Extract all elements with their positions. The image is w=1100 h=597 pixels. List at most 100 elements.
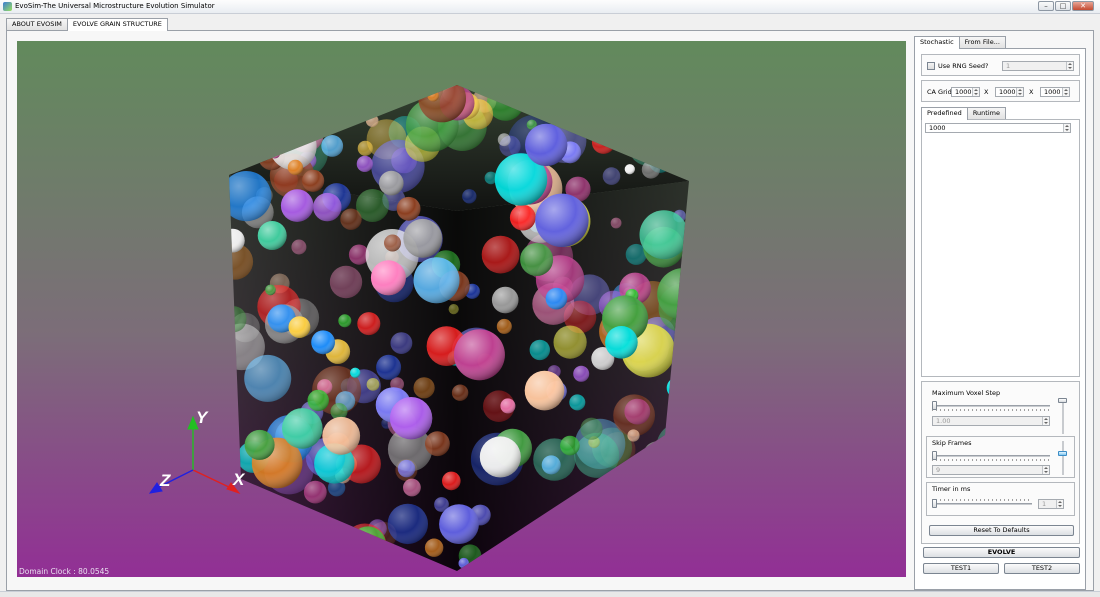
vslider-handle[interactable] xyxy=(1058,451,1067,456)
spin-arrows-icon[interactable] xyxy=(1062,88,1069,96)
grain-shading xyxy=(341,535,371,565)
grain-shading xyxy=(615,470,643,498)
spin-arrows-icon[interactable] xyxy=(1066,62,1073,70)
evolve-button[interactable]: EVOLVE xyxy=(923,547,1080,558)
grain-sphere xyxy=(346,85,377,104)
test1-button[interactable]: TEST1 xyxy=(923,563,999,574)
skip-frames-spinbox[interactable]: 9 xyxy=(932,465,1050,475)
grain-shading xyxy=(290,89,340,139)
grain-shading xyxy=(674,396,689,414)
timer-label: Timer in ms xyxy=(932,485,971,493)
grain-sphere xyxy=(229,85,272,130)
grain-shading xyxy=(403,478,421,497)
test2-button[interactable]: TEST2 xyxy=(1004,563,1080,574)
y-axis-label: Y xyxy=(196,408,209,427)
grain-shading xyxy=(545,287,568,310)
grain-sphere xyxy=(674,396,689,414)
grain-shading xyxy=(329,265,363,299)
max-voxel-step-vertical-slider[interactable] xyxy=(1058,398,1068,434)
grain-sphere xyxy=(648,119,674,145)
grain-shading xyxy=(596,493,642,539)
vslider-track xyxy=(1062,441,1064,475)
ca-grid-y-spinbox[interactable]: 1000 xyxy=(995,87,1024,97)
max-voxel-step-slider[interactable] xyxy=(932,401,1050,411)
reset-to-defaults-button[interactable]: Reset To Defaults xyxy=(929,525,1074,536)
timer-value: 1 xyxy=(1042,500,1047,508)
3d-viewport[interactable]: X Y Z Domain Clock : 80.0545 xyxy=(17,41,906,577)
source-tab-bar: Stochastic From File... xyxy=(914,36,1006,49)
z-axis-label: Z xyxy=(159,471,171,490)
spin-arrows-icon[interactable] xyxy=(1042,466,1049,474)
tab-stochastic[interactable]: Stochastic xyxy=(914,36,960,49)
grain-shading xyxy=(291,549,306,563)
grain-shading xyxy=(229,306,247,333)
max-voxel-step-spinbox[interactable]: 1.00 xyxy=(932,416,1050,426)
spin-arrows-icon[interactable] xyxy=(1042,417,1049,425)
slider-handle[interactable] xyxy=(932,401,937,410)
tab-from-file[interactable]: From File... xyxy=(958,36,1006,48)
grain-sphere xyxy=(566,534,604,571)
grain-shading xyxy=(258,97,288,126)
skip-frames-label: Skip Frames xyxy=(932,439,972,447)
close-button[interactable]: ✕ xyxy=(1072,1,1094,11)
x-axis-label: X xyxy=(232,470,246,489)
grain-shading xyxy=(229,228,245,253)
grain-sphere xyxy=(632,85,680,129)
skip-frames-vertical-slider[interactable] xyxy=(1058,441,1068,475)
use-rng-seed-checkbox[interactable] xyxy=(927,62,935,70)
tab-about-evosim[interactable]: ABOUT EVOSIM xyxy=(6,18,68,30)
predefined-count-spinbox[interactable]: 1000 xyxy=(925,123,1071,133)
grain-shading xyxy=(350,367,361,378)
grain-shading xyxy=(580,417,603,440)
microstructure-render: X Y Z xyxy=(148,85,689,571)
grain-shading xyxy=(657,85,686,107)
slider-handle[interactable] xyxy=(932,499,937,508)
vslider-handle[interactable] xyxy=(1058,398,1067,403)
spin-arrows-icon[interactable] xyxy=(1016,88,1023,96)
ca-grid-group: CA Grid 1000 X 1000 X 1000 xyxy=(921,80,1080,102)
maximize-button[interactable]: □ xyxy=(1055,1,1071,11)
tab-evolve-grain-structure[interactable]: EVOLVE GRAIN STRUCTURE xyxy=(66,18,168,31)
grain-shading xyxy=(680,90,689,102)
grain-shading xyxy=(288,316,311,338)
slider-handle[interactable] xyxy=(932,451,937,460)
grain-shading xyxy=(582,557,598,571)
grain-sphere xyxy=(245,92,295,142)
grain-sphere xyxy=(286,87,338,139)
grain-shading xyxy=(338,314,352,328)
timer-slider[interactable] xyxy=(932,499,1032,509)
grain-sphere xyxy=(341,535,371,565)
predefined-pane: 1000 xyxy=(921,119,1080,377)
timer-spinbox[interactable]: 1 xyxy=(1038,499,1064,509)
tab-runtime[interactable]: Runtime xyxy=(966,107,1006,119)
ca-grid-z-spinbox[interactable]: 1000 xyxy=(1040,87,1070,97)
spin-arrows-icon[interactable] xyxy=(1063,124,1070,132)
spin-arrows-icon[interactable] xyxy=(972,88,979,96)
grain-shading xyxy=(481,235,520,274)
grain-shading xyxy=(357,312,381,336)
ca-grid-x-spinbox[interactable]: 1000 xyxy=(951,87,980,97)
grain-shading xyxy=(624,398,651,425)
grain-shading xyxy=(257,221,287,250)
grain-shading xyxy=(560,435,580,456)
minimize-button[interactable]: – xyxy=(1038,1,1054,11)
grain-shading xyxy=(303,480,327,504)
grain-shading xyxy=(245,92,295,142)
ca-grid-sep-1: X xyxy=(984,88,989,96)
skip-frames-slider[interactable] xyxy=(932,451,1050,461)
grain-shading xyxy=(566,534,604,571)
rng-seed-spinbox[interactable]: 1 xyxy=(1002,61,1074,71)
grain-shading xyxy=(509,204,536,231)
grain-shading xyxy=(610,217,622,229)
grain-sphere xyxy=(517,532,532,547)
grain-shading xyxy=(389,397,433,440)
grain-shading xyxy=(573,365,590,382)
grain-shading xyxy=(654,123,686,155)
grain-shading xyxy=(529,339,550,361)
grain-shading xyxy=(496,318,512,334)
status-bar xyxy=(0,591,1100,597)
tab-predefined[interactable]: Predefined xyxy=(921,107,968,120)
slider-track xyxy=(932,503,1032,505)
spin-arrows-icon[interactable] xyxy=(1056,500,1063,508)
grain-shading xyxy=(311,330,335,355)
